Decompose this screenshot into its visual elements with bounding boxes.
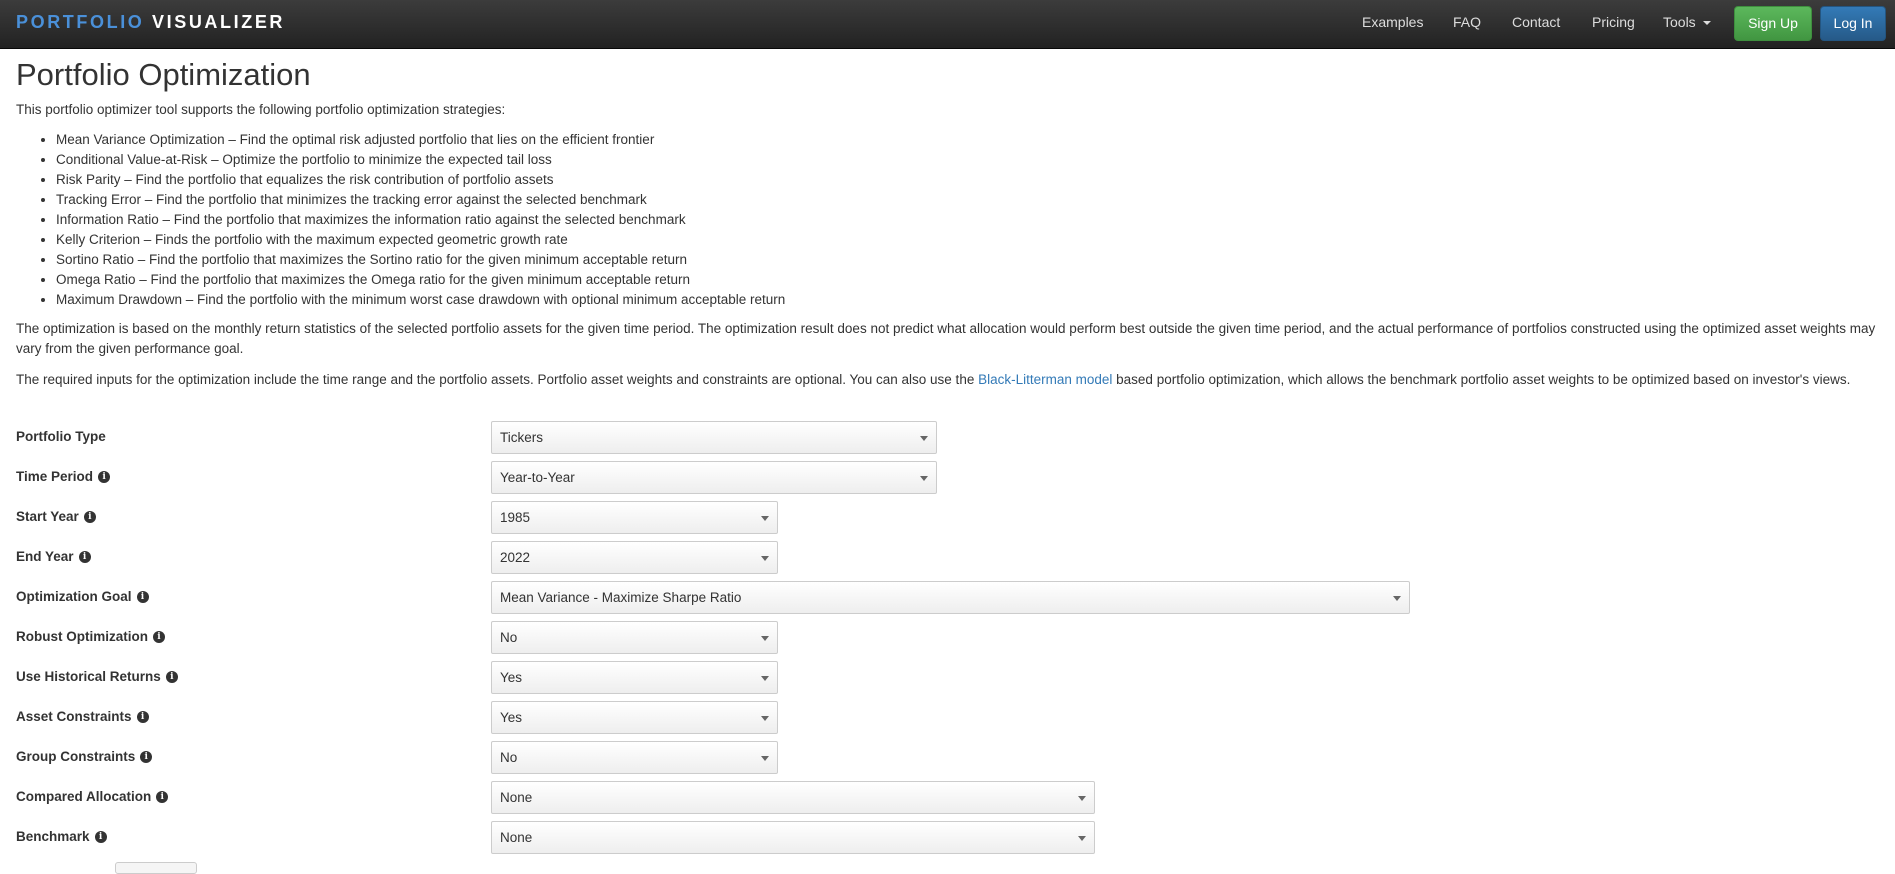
- top-navbar: PORTFOLIO VISUALIZER Examples FAQ Contac…: [0, 0, 1895, 49]
- caret-down-icon: [1702, 21, 1711, 26]
- info-icon[interactable]: i: [156, 791, 169, 803]
- asset-constraints-select[interactable]: Yes: [491, 701, 778, 734]
- list-item: Information Ratio – Find the portfolio t…: [56, 210, 785, 230]
- start-year-label: Start Year i: [16, 507, 96, 527]
- benchmark-label: Benchmark i: [16, 827, 107, 847]
- inputs-text-before: The required inputs for the optimization…: [16, 372, 979, 387]
- robust-optimization-value: No: [500, 630, 518, 645]
- chevron-down-icon: [761, 716, 769, 721]
- chevron-down-icon: [761, 516, 769, 521]
- optimization-goal-select[interactable]: Mean Variance - Maximize Sharpe Ratio: [491, 581, 1410, 614]
- time-period-label: Time Period i: [16, 467, 111, 487]
- time-period-select[interactable]: Year-to-Year: [491, 461, 937, 494]
- nav-examples[interactable]: Examples: [1362, 13, 1423, 31]
- start-year-value: 1985: [500, 510, 531, 525]
- nav-tools-dropdown[interactable]: Tools: [1663, 13, 1711, 31]
- asset-constraints-label: Asset Constraints i: [16, 707, 149, 727]
- brand-part1: PORTFOLIO: [16, 12, 145, 32]
- list-item: Tracking Error – Find the portfolio that…: [56, 190, 785, 210]
- info-icon[interactable]: i: [153, 631, 165, 643]
- asset-constraints-value: Yes: [500, 710, 523, 725]
- robust-optimization-label: Robust Optimization i: [16, 627, 165, 647]
- info-icon[interactable]: i: [165, 671, 178, 683]
- list-item: Kelly Criterion – Finds the portfolio wi…: [56, 230, 785, 250]
- chevron-down-icon: [761, 556, 769, 561]
- historical-returns-label: Use Historical Returns i: [16, 667, 178, 687]
- list-item: Omega Ratio – Find the portfolio that ma…: [56, 270, 785, 290]
- robust-optimization-select[interactable]: No: [491, 621, 778, 654]
- chevron-down-icon: [1393, 596, 1401, 601]
- portfolio-type-label-text: Portfolio Type: [16, 429, 106, 444]
- compared-allocation-label: Compared Allocation i: [16, 787, 169, 807]
- list-item: Maximum Drawdown – Find the portfolio wi…: [56, 290, 785, 310]
- group-constraints-select[interactable]: No: [491, 741, 778, 774]
- optimization-description: The optimization is based on the monthly…: [16, 321, 1876, 356]
- chevron-down-icon: [1078, 796, 1086, 801]
- end-year-label-text: End Year: [16, 549, 74, 564]
- compared-allocation-label-text: Compared Allocation: [16, 789, 152, 804]
- chevron-down-icon: [761, 756, 769, 761]
- nav-faq[interactable]: FAQ: [1453, 13, 1481, 31]
- brand-part2: VISUALIZER: [152, 12, 286, 32]
- end-year-label: End Year i: [16, 547, 91, 567]
- inputs-description: The required inputs for the optimization…: [16, 370, 1881, 390]
- portfolio-type-select[interactable]: Tickers: [491, 421, 937, 454]
- black-litterman-link[interactable]: Black-Litterman model: [978, 372, 1112, 387]
- portfolio-type-label: Portfolio Type: [16, 427, 106, 447]
- list-item: Conditional Value-at-Risk – Optimize the…: [56, 150, 785, 170]
- benchmark-select[interactable]: None: [491, 821, 1095, 854]
- list-item: Sortino Ratio – Find the portfolio that …: [56, 250, 785, 270]
- optimization-goal-value: Mean Variance - Maximize Sharpe Ratio: [500, 590, 742, 605]
- start-year-label-text: Start Year: [16, 509, 79, 524]
- info-icon[interactable]: i: [78, 551, 91, 563]
- nav-contact[interactable]: Contact: [1512, 13, 1560, 31]
- end-year-select[interactable]: 2022: [491, 541, 778, 574]
- inputs-text-after: based portfolio optimization, which allo…: [1112, 372, 1851, 387]
- chevron-down-icon: [920, 436, 928, 441]
- info-icon[interactable]: i: [83, 511, 96, 523]
- list-item: Risk Parity – Find the portfolio that eq…: [56, 170, 785, 190]
- historical-returns-label-text: Use Historical Returns: [16, 669, 161, 684]
- info-icon[interactable]: i: [94, 831, 107, 843]
- nav-pricing[interactable]: Pricing: [1592, 13, 1635, 31]
- info-icon[interactable]: i: [140, 751, 153, 763]
- chevron-down-icon: [920, 476, 928, 481]
- asset-constraints-label-text: Asset Constraints: [16, 709, 132, 724]
- group-constraints-value: No: [500, 750, 518, 765]
- group-constraints-label: Group Constraints i: [16, 747, 153, 767]
- end-year-value: 2022: [500, 550, 531, 565]
- next-control-peek: [115, 862, 197, 874]
- benchmark-value: None: [500, 830, 533, 845]
- robust-optimization-label-text: Robust Optimization: [16, 629, 148, 644]
- time-period-label-text: Time Period: [16, 469, 94, 484]
- info-icon[interactable]: i: [136, 711, 149, 723]
- start-year-select[interactable]: 1985: [491, 501, 778, 534]
- signup-button[interactable]: Sign Up: [1734, 6, 1812, 41]
- group-constraints-label-text: Group Constraints: [16, 749, 136, 764]
- chevron-down-icon: [761, 676, 769, 681]
- info-icon[interactable]: i: [98, 471, 111, 483]
- compared-allocation-value: None: [500, 790, 533, 805]
- info-icon[interactable]: i: [136, 591, 149, 603]
- optimization-goal-label-text: Optimization Goal: [16, 589, 132, 604]
- historical-returns-select[interactable]: Yes: [491, 661, 778, 694]
- page-title: Portfolio Optimization: [16, 57, 311, 92]
- benchmark-label-text: Benchmark: [16, 829, 90, 844]
- strategy-list: Mean Variance Optimization – Find the op…: [16, 130, 785, 310]
- compared-allocation-select[interactable]: None: [491, 781, 1095, 814]
- portfolio-type-value: Tickers: [500, 430, 543, 445]
- optimization-goal-label: Optimization Goal i: [16, 587, 149, 607]
- brand-logo[interactable]: PORTFOLIO VISUALIZER: [16, 12, 285, 32]
- intro-text: This portfolio optimizer tool supports t…: [16, 102, 506, 117]
- login-button[interactable]: Log In: [1820, 6, 1886, 41]
- historical-returns-value: Yes: [500, 670, 523, 685]
- nav-tools-label: Tools: [1663, 14, 1696, 30]
- list-item: Mean Variance Optimization – Find the op…: [56, 130, 785, 150]
- chevron-down-icon: [1078, 836, 1086, 841]
- time-period-value: Year-to-Year: [500, 470, 575, 485]
- chevron-down-icon: [761, 636, 769, 641]
